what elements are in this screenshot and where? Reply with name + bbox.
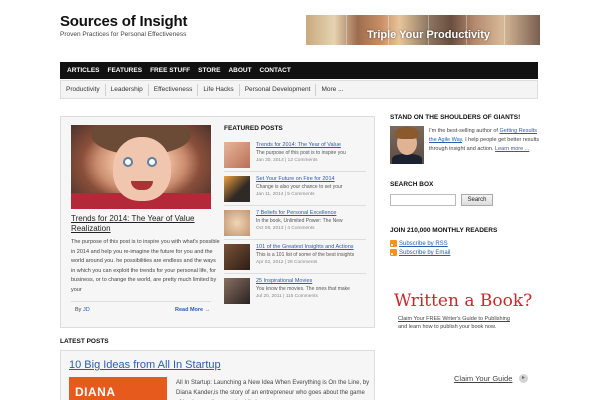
post-excerpt: In the book, Unlimited Power: The New bbox=[256, 218, 343, 224]
subscribe-rss-link[interactable]: Subscribe by RSS bbox=[399, 241, 448, 247]
featured-posts-list: FEATURED POSTS Trends for 2014: The Year… bbox=[224, 125, 366, 308]
photo-shirt bbox=[392, 154, 422, 164]
post-meta: Oct 08, 2013 | 4 Comments bbox=[256, 226, 315, 231]
search-button[interactable]: Search bbox=[461, 194, 493, 206]
subscribe-email-row[interactable]: Subscribe by Email bbox=[390, 249, 450, 256]
subscribe-email-link[interactable]: Subscribe by Email bbox=[399, 250, 450, 256]
post-meta: Jan 11, 2014 | 5 Comments bbox=[256, 192, 315, 197]
latest-post-thumbnail[interactable]: DIANA KANDER bbox=[69, 377, 167, 400]
arrow-right-icon[interactable]: ▸ bbox=[519, 374, 528, 383]
byline-prefix: By bbox=[75, 307, 82, 313]
search-input[interactable] bbox=[390, 194, 456, 206]
claim-guide-link[interactable]: Claim Your Guide bbox=[454, 374, 512, 383]
nav-item-store[interactable]: STORE bbox=[194, 62, 224, 79]
post-excerpt: You know the movies. The ones that make bbox=[256, 286, 350, 292]
post-excerpt: The purpose of this post is to inspire y… bbox=[256, 150, 346, 156]
post-meta: Jan 30, 2014 | 12 Comments bbox=[256, 158, 318, 163]
image-face bbox=[113, 137, 171, 201]
photo-hair bbox=[395, 127, 419, 139]
post-thumbnail[interactable] bbox=[224, 142, 250, 168]
ad-headline: Written a Book? bbox=[394, 291, 533, 311]
post-thumbnail[interactable] bbox=[224, 176, 250, 202]
list-item: Trends for 2014: The Year of Value The p… bbox=[224, 138, 366, 172]
nav-item-contact[interactable]: CONTACT bbox=[256, 62, 295, 79]
sidebar-heading-search: SEARCH BOX bbox=[390, 181, 434, 188]
divider bbox=[71, 301, 211, 302]
latest-posts-heading: LATEST POSTS bbox=[60, 338, 109, 345]
post-title-link[interactable]: 7 Beliefs for Personal Excellence bbox=[256, 210, 336, 216]
nav-item-leadership[interactable]: Leadership bbox=[106, 83, 149, 96]
featured-post-title[interactable]: Trends for 2014: The Year of Value Reali… bbox=[71, 214, 221, 234]
nav-item-life-hacks[interactable]: Life Hacks bbox=[198, 83, 240, 96]
author-bio: I'm the best-selling author of Getting R… bbox=[429, 127, 541, 154]
list-item: 101 of the Greatest Insights and Actions… bbox=[224, 240, 366, 274]
rss-icon bbox=[390, 249, 397, 256]
nav-item-effectiveness[interactable]: Effectiveness bbox=[149, 83, 199, 96]
nav-item-personal-development[interactable]: Personal Development bbox=[240, 83, 317, 96]
read-more-link[interactable]: Read More → bbox=[175, 307, 210, 313]
nav-item-productivity[interactable]: Productivity bbox=[61, 83, 106, 96]
image-eye bbox=[123, 157, 133, 167]
nav-item-about[interactable]: ABOUT bbox=[224, 62, 255, 79]
post-excerpt: This is a 101 list of some of the best i… bbox=[256, 252, 355, 258]
ad-text-line: and learn how to publish your book now. bbox=[398, 324, 497, 330]
learn-more-link[interactable]: Learn more ... bbox=[495, 146, 529, 152]
featured-post-image[interactable] bbox=[71, 125, 211, 209]
ad-text-line: Claim Your FREE Writer's Guide to Publis… bbox=[398, 316, 510, 322]
sidebar-heading-readers: JOIN 210,000 MONTHLY READERS bbox=[390, 227, 498, 234]
banner-photo-divider bbox=[346, 15, 347, 45]
nav-item-more[interactable]: More ... bbox=[316, 84, 348, 96]
latest-post-excerpt: All In Startup: Launching a New Idea Whe… bbox=[176, 380, 370, 396]
list-item: 7 Beliefs for Personal Excellence In the… bbox=[224, 206, 366, 240]
productivity-banner[interactable]: Triple Your Productivity bbox=[306, 15, 540, 45]
sidebar-heading-giants: STAND ON THE SHOULDERS OF GIANTS! bbox=[390, 114, 521, 121]
bio-text: I'm the best-selling author of bbox=[429, 128, 500, 134]
featured-posts-heading: FEATURED POSTS bbox=[224, 125, 283, 132]
site-tagline: Proven Practices for Personal Effectiven… bbox=[60, 31, 187, 38]
post-title-link[interactable]: Trends for 2014: The Year of Value bbox=[256, 142, 341, 148]
author-link[interactable]: JD bbox=[83, 307, 90, 313]
list-item: 25 Inspirational Movies You know the mov… bbox=[224, 274, 366, 308]
subscribe-rss-row[interactable]: Subscribe by RSS bbox=[390, 240, 448, 247]
post-thumbnail[interactable] bbox=[224, 278, 250, 304]
nav-item-articles[interactable]: ARTICLES bbox=[63, 62, 104, 79]
latest-posts-section: 10 Big Ideas from All In Startup DIANA K… bbox=[60, 350, 375, 400]
banner-photo-divider bbox=[504, 15, 505, 45]
nav-item-free-stuff[interactable]: FREE STUFF bbox=[146, 62, 194, 79]
featured-post-excerpt: The purpose of this post is to inspire y… bbox=[71, 239, 220, 293]
latest-post-thumbnail-text: DIANA KANDER bbox=[75, 385, 129, 400]
post-title-link[interactable]: 25 Inspirational Movies bbox=[256, 278, 312, 284]
site-title[interactable]: Sources of Insight bbox=[60, 13, 187, 30]
primary-nav: ARTICLES FEATURES FREE STUFF STORE ABOUT… bbox=[60, 62, 538, 79]
post-thumbnail[interactable] bbox=[224, 210, 250, 236]
image-eye bbox=[147, 157, 157, 167]
post-thumbnail[interactable] bbox=[224, 244, 250, 270]
rss-icon bbox=[390, 240, 397, 247]
post-meta: Jul 20, 2011 | 115 Comments bbox=[256, 294, 318, 299]
post-meta: Apr 02, 2012 | 28 Comments bbox=[256, 260, 318, 265]
nav-item-features[interactable]: FEATURES bbox=[104, 62, 147, 79]
post-title-link[interactable]: 101 of the Greatest Insights and Actions bbox=[256, 244, 354, 250]
featured-section: Trends for 2014: The Year of Value Reali… bbox=[60, 116, 375, 328]
byline: By JD bbox=[75, 307, 90, 313]
banner-text: Triple Your Productivity bbox=[366, 29, 490, 41]
secondary-nav: Productivity Leadership Effectiveness Li… bbox=[60, 80, 538, 99]
list-item: Set Your Future on Fire for 2014 Change … bbox=[224, 172, 366, 206]
book-ad[interactable]: Written a Book? Claim Your FREE Writer's… bbox=[390, 280, 540, 390]
post-excerpt: Change is also your chance to set your bbox=[256, 184, 343, 190]
post-title-link[interactable]: Set Your Future on Fire for 2014 bbox=[256, 176, 335, 182]
latest-post-title-link[interactable]: 10 Big Ideas from All In Startup bbox=[69, 359, 221, 371]
author-photo bbox=[390, 126, 424, 164]
